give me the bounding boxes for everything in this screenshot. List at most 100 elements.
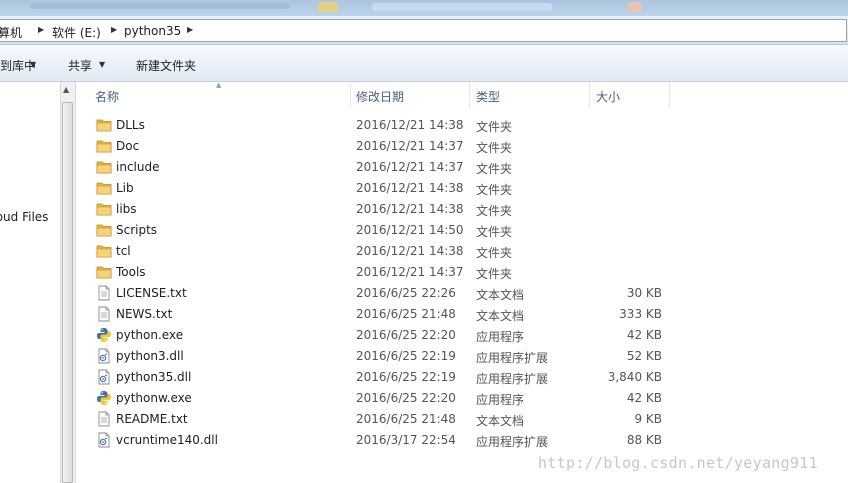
file-name: include: [116, 160, 160, 174]
file-type: 应用程序: [476, 393, 525, 407]
dll-file-icon: [96, 432, 112, 448]
navigation-pane: 位置 Cloud Files: [0, 82, 60, 483]
column-size-header[interactable]: 大小: [596, 88, 620, 105]
file-type: 应用程序扩展: [476, 372, 549, 386]
watermark: http://blog.csdn.net/yeyang911: [538, 454, 818, 472]
file-size: 3,840 KB: [607, 370, 662, 384]
file-row[interactable]: python3.dll 2016/6/25 22:19 应用程序扩展 52 KB: [76, 346, 848, 367]
file-name: Scripts: [116, 223, 158, 237]
file-modified-date: 2016/6/25 21:48: [356, 307, 456, 321]
breadcrumb-chevron-icon[interactable]: ▶: [187, 25, 193, 34]
file-list: ▲ 名称 修改日期 类型 大小 DLLs 2016/12/21 14:38 文件夹 D…: [76, 81, 848, 483]
new-folder-button[interactable]: 新建文件夹: [136, 57, 196, 74]
address-bar: 计算机 ▶ 软件 (E:) ▶ python35 ▶: [0, 16, 848, 45]
file-name: Doc: [116, 139, 140, 153]
file-name: DLLs: [116, 118, 145, 132]
folder-icon: [96, 117, 112, 133]
file-row[interactable]: include 2016/12/21 14:37 文件夹: [76, 157, 848, 178]
file-size: 9 KB: [634, 412, 662, 426]
breadcrumb-drive[interactable]: 软件 (E:): [52, 24, 101, 41]
file-name: libs: [116, 202, 137, 216]
file-row[interactable]: LICENSE.txt 2016/6/25 22:26 文本文档 30 KB: [76, 283, 848, 304]
column-date-header[interactable]: 修改日期: [356, 88, 404, 105]
window-title-strip: [0, 0, 848, 16]
file-row[interactable]: NEWS.txt 2016/6/25 21:48 文本文档 333 KB: [76, 304, 848, 325]
file-modified-date: 2016/6/25 21:48: [356, 412, 456, 426]
file-type: 应用程序扩展: [476, 351, 549, 365]
file-row[interactable]: README.txt 2016/6/25 21:48 文本文档 9 KB: [76, 409, 848, 430]
folder-icon: [96, 201, 112, 217]
folder-icon: [96, 159, 112, 175]
file-type: 文件夹: [476, 204, 513, 218]
file-row[interactable]: DLLs 2016/12/21 14:38 文件夹: [76, 115, 848, 136]
nav-item-cloud-files[interactable]: Cloud Files: [0, 210, 48, 224]
file-name: tcl: [116, 244, 131, 258]
file-modified-date: 2016/12/21 14:50: [356, 223, 464, 237]
file-row[interactable]: pythonw.exe 2016/6/25 22:20 应用程序 42 KB: [76, 388, 848, 409]
file-modified-date: 2016/6/25 22:19: [356, 349, 456, 363]
file-name: vcruntime140.dll: [116, 433, 218, 447]
file-modified-date: 2016/12/21 14:37: [356, 265, 464, 279]
breadcrumb-folder[interactable]: python35: [124, 24, 181, 38]
scroll-thumb[interactable]: [62, 102, 73, 483]
column-name-header[interactable]: 名称: [95, 88, 119, 105]
sort-ascending-icon: ▲: [216, 81, 222, 89]
file-name: Tools: [116, 265, 146, 279]
dll-file-icon: [96, 348, 112, 364]
file-row[interactable]: python.exe 2016/6/25 22:20 应用程序 42 KB: [76, 325, 848, 346]
text-file-icon: [96, 411, 112, 427]
breadcrumb[interactable]: 计算机 ▶ 软件 (E:) ▶ python35 ▶: [0, 19, 847, 42]
file-size: 42 KB: [626, 328, 662, 342]
file-modified-date: 2016/6/25 22:26: [356, 286, 456, 300]
file-name: python.exe: [116, 328, 184, 342]
file-size: 52 KB: [626, 349, 662, 363]
folder-icon: [96, 222, 112, 238]
file-name: pythonw.exe: [116, 391, 192, 405]
file-row[interactable]: Scripts 2016/12/21 14:50 文件夹: [76, 220, 848, 241]
file-row[interactable]: Tools 2016/12/21 14:37 文件夹: [76, 262, 848, 283]
file-modified-date: 2016/12/21 14:38: [356, 202, 464, 216]
file-type: 文件夹: [476, 246, 513, 260]
file-modified-date: 2016/12/21 14:37: [356, 160, 464, 174]
file-name: NEWS.txt: [116, 307, 173, 321]
folder-icon: [96, 264, 112, 280]
text-file-icon: [96, 306, 112, 322]
chevron-down-icon[interactable]: ▼: [30, 60, 36, 69]
file-type: 文件夹: [476, 162, 513, 176]
file-row[interactable]: Lib 2016/12/21 14:38 文件夹: [76, 178, 848, 199]
chevron-down-icon[interactable]: ▼: [99, 60, 105, 69]
breadcrumb-chevron-icon[interactable]: ▶: [38, 25, 44, 34]
file-row[interactable]: tcl 2016/12/21 14:38 文件夹: [76, 241, 848, 262]
navigation-scrollbar[interactable]: ▲: [60, 82, 76, 483]
file-modified-date: 2016/12/21 14:38: [356, 118, 464, 132]
file-type: 文件夹: [476, 141, 513, 155]
file-type: 文件夹: [476, 225, 513, 239]
file-modified-date: 2016/3/17 22:54: [356, 433, 456, 447]
folder-icon: [96, 180, 112, 196]
file-modified-date: 2016/6/25 22:20: [356, 391, 456, 405]
file-size: 42 KB: [626, 391, 662, 405]
scroll-up-icon[interactable]: ▲: [63, 85, 69, 94]
breadcrumb-chevron-icon[interactable]: ▶: [111, 25, 117, 34]
file-type: 文本文档: [476, 414, 525, 428]
file-name: LICENSE.txt: [116, 286, 187, 300]
file-name: python35.dll: [116, 370, 192, 384]
file-type: 应用程序扩展: [476, 435, 549, 449]
file-modified-date: 2016/6/25 22:20: [356, 328, 456, 342]
file-modified-date: 2016/12/21 14:38: [356, 181, 464, 195]
command-bar: 包含到库中 ▼ 共享 ▼ 新建文件夹: [0, 45, 848, 82]
column-type-header[interactable]: 类型: [476, 88, 500, 105]
dll-file-icon: [96, 369, 112, 385]
file-type: 文本文档: [476, 288, 525, 302]
share-button[interactable]: 共享: [68, 57, 92, 74]
file-row[interactable]: vcruntime140.dll 2016/3/17 22:54 应用程序扩展 88 …: [76, 430, 848, 451]
file-size: 30 KB: [626, 286, 662, 300]
file-row[interactable]: python35.dll 2016/6/25 22:19 应用程序扩展 3,840 K…: [76, 367, 848, 388]
file-type: 应用程序: [476, 330, 525, 344]
file-row[interactable]: Doc 2016/12/21 14:37 文件夹: [76, 136, 848, 157]
file-size: 333 KB: [619, 307, 662, 321]
file-row[interactable]: libs 2016/12/21 14:38 文件夹: [76, 199, 848, 220]
breadcrumb-computer[interactable]: 计算机: [0, 24, 22, 41]
column-header: ▲ 名称 修改日期 类型 大小: [76, 81, 848, 108]
text-file-icon: [96, 285, 112, 301]
